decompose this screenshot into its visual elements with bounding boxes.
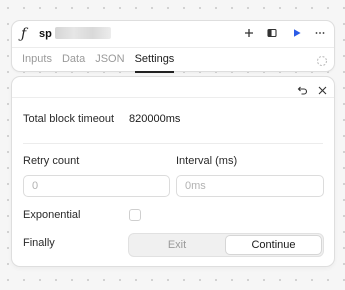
exponential-checkbox[interactable]: [129, 209, 141, 221]
panel-toolbar-divider: [12, 97, 334, 98]
tab-inputs[interactable]: Inputs: [22, 53, 52, 73]
block-name[interactable]: sp: [39, 28, 52, 40]
play-icon[interactable]: [289, 25, 305, 41]
interval-label: Interval (ms): [176, 155, 238, 167]
finally-exit-option[interactable]: Exit: [130, 235, 224, 255]
section-divider: [23, 143, 323, 144]
timeout-label: Total block timeout: [23, 113, 115, 125]
block-header-card: ƒ sp Inputs Data JSON Settings: [11, 20, 335, 73]
tab-settings[interactable]: Settings: [134, 53, 175, 73]
finally-segmented-control: Exit Continue: [128, 233, 324, 257]
undo-icon[interactable]: [295, 83, 309, 97]
finally-continue-option[interactable]: Continue: [225, 235, 322, 255]
redacted-block-name: [55, 27, 111, 39]
interval-input[interactable]: [176, 175, 324, 197]
retry-count-label: Retry count: [23, 155, 80, 167]
tab-json[interactable]: JSON: [95, 53, 124, 73]
loading-spinner-icon: [316, 54, 328, 67]
close-icon[interactable]: [315, 83, 329, 97]
finally-label: Finally: [23, 237, 55, 249]
settings-panel: Total block timeout 820000ms Retry count…: [11, 76, 335, 267]
tab-data[interactable]: Data: [62, 53, 85, 73]
tab-bar: Inputs Data JSON Settings: [22, 53, 175, 73]
more-icon[interactable]: [312, 25, 328, 41]
exponential-label: Exponential: [23, 209, 81, 221]
retry-count-input[interactable]: [23, 175, 170, 197]
function-icon: ƒ: [21, 26, 27, 42]
header-divider: [12, 47, 334, 48]
panel-icon[interactable]: [264, 25, 280, 41]
plus-icon[interactable]: [241, 25, 257, 41]
timeout-value: 820000ms: [129, 113, 181, 125]
